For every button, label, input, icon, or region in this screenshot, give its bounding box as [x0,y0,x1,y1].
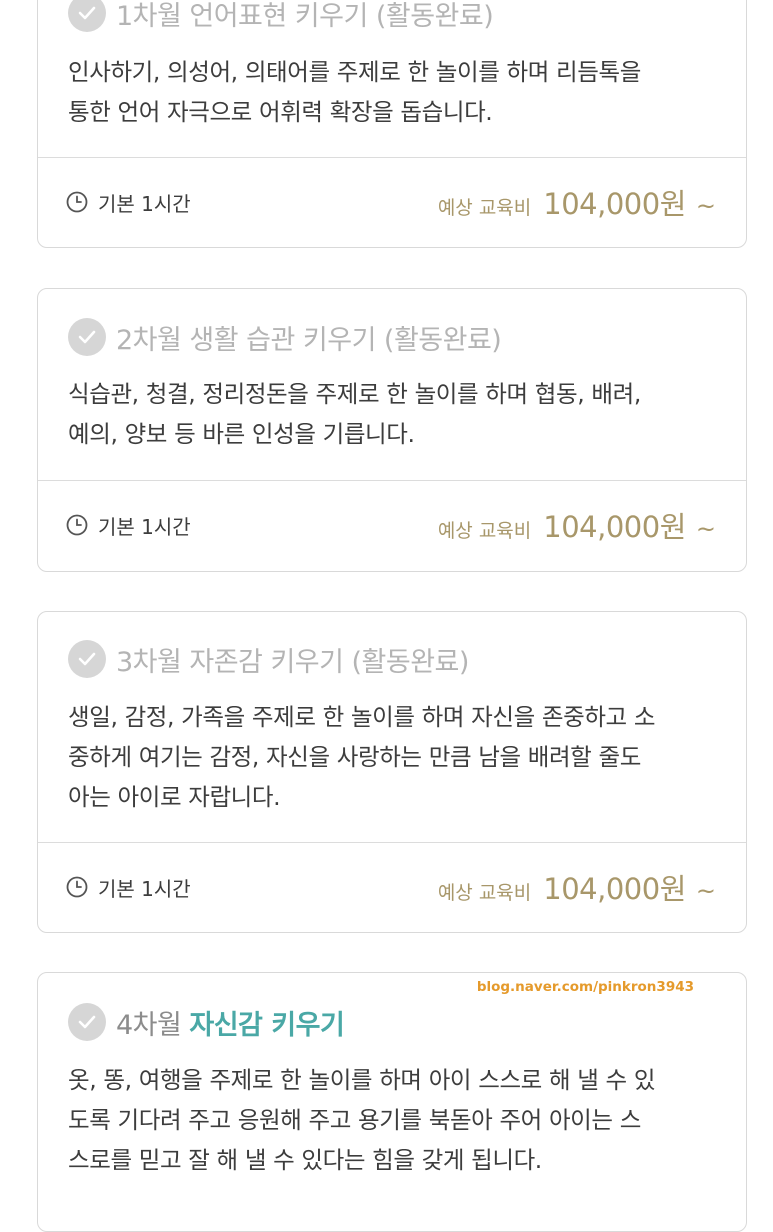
course-card-4[interactable]: blog.naver.com/pinkron3943 4차월 자신감 키우기 옷… [37,972,747,1232]
duration-text: 기본 1시간 [98,876,191,901]
clock-icon [66,514,88,536]
course-description: 생일, 감정, 가족을 주제로 한 놀이를 하며 자신을 존중하고 소 중하게 … [68,703,656,811]
check-circle-icon [68,318,106,356]
price-label: 예상 교육비 [437,197,532,219]
course-title-row: 4차월 자신감 키우기 [68,1002,345,1042]
price-label: 예상 교육비 [437,520,532,542]
course-status: (활동완료) [375,0,494,32]
course-topic: 생활 습관 키우기 [189,324,376,356]
divider [38,157,746,158]
price-value: 104,000원 [543,510,686,544]
duration: 기본 1시간 [66,873,191,902]
divider [38,842,746,843]
check-circle-icon [68,640,106,678]
check-circle-icon [68,1003,106,1041]
course-topic: 자존감 키우기 [189,646,344,678]
course-card-3[interactable]: 3차월 자존감 키우기 (활동완료) 생일, 감정, 가족을 주제로 한 놀이를… [37,611,747,933]
course-month: 3차월 [116,646,182,678]
price: 예상 교육비 104,000원 ~ [438,181,716,223]
course-description: 식습관, 청결, 정리정돈을 주제로 한 놀이를 하며 협동, 배려, 예의, … [68,380,641,448]
course-card-2[interactable]: 2차월 생활 습관 키우기 (활동완료) 식습관, 청결, 정리정돈을 주제로 … [37,288,747,572]
duration: 기본 1시간 [66,188,191,217]
price-suffix: ~ [695,192,716,220]
course-footer: 기본 1시간 예상 교육비 104,000원 ~ [66,180,716,224]
watermark: blog.naver.com/pinkron3943 [476,979,694,995]
price-label: 예상 교육비 [437,882,532,904]
clock-icon [66,876,88,898]
check-circle-icon [68,0,106,32]
course-status: (활동완료) [383,324,502,356]
course-card-1[interactable]: 1차월 언어표현 키우기 (활동완료) 인사하기, 의성어, 의태어를 주제로 … [37,0,747,248]
duration: 기본 1시간 [66,511,191,540]
divider [38,480,746,481]
course-footer: 기본 1시간 예상 교육비 104,000원 ~ [66,865,716,909]
price-value: 104,000원 [543,187,686,221]
course-topic: 언어표현 키우기 [189,0,368,32]
clock-icon [66,191,88,213]
course-description: 옷, 똥, 여행을 주제로 한 놀이를 하며 아이 스스로 해 낼 수 있 도록… [68,1066,656,1174]
price-suffix: ~ [695,877,716,905]
price-value: 104,000원 [543,872,686,906]
price: 예상 교육비 104,000원 ~ [438,504,716,546]
course-title-row: 2차월 생활 습관 키우기 (활동완료) [68,317,502,357]
duration-text: 기본 1시간 [98,514,191,539]
duration-text: 기본 1시간 [98,191,191,216]
course-description: 인사하기, 의성어, 의태어를 주제로 한 놀이를 하며 리듬톡을 통한 언어 … [68,58,641,126]
course-month: 4차월 [116,1009,182,1041]
course-status: (활동완료) [351,646,469,678]
course-title-row: 3차월 자존감 키우기 (활동완료) [68,639,469,679]
course-title-row: 1차월 언어표현 키우기 (활동완료) [68,0,494,33]
course-month: 1차월 [116,0,182,32]
course-footer: 기본 1시간 예상 교육비 104,000원 ~ [66,503,716,547]
price: 예상 교육비 104,000원 ~ [438,866,716,908]
price-suffix: ~ [695,515,716,543]
course-topic: 자신감 키우기 [189,1009,345,1041]
course-month: 2차월 [116,324,182,356]
